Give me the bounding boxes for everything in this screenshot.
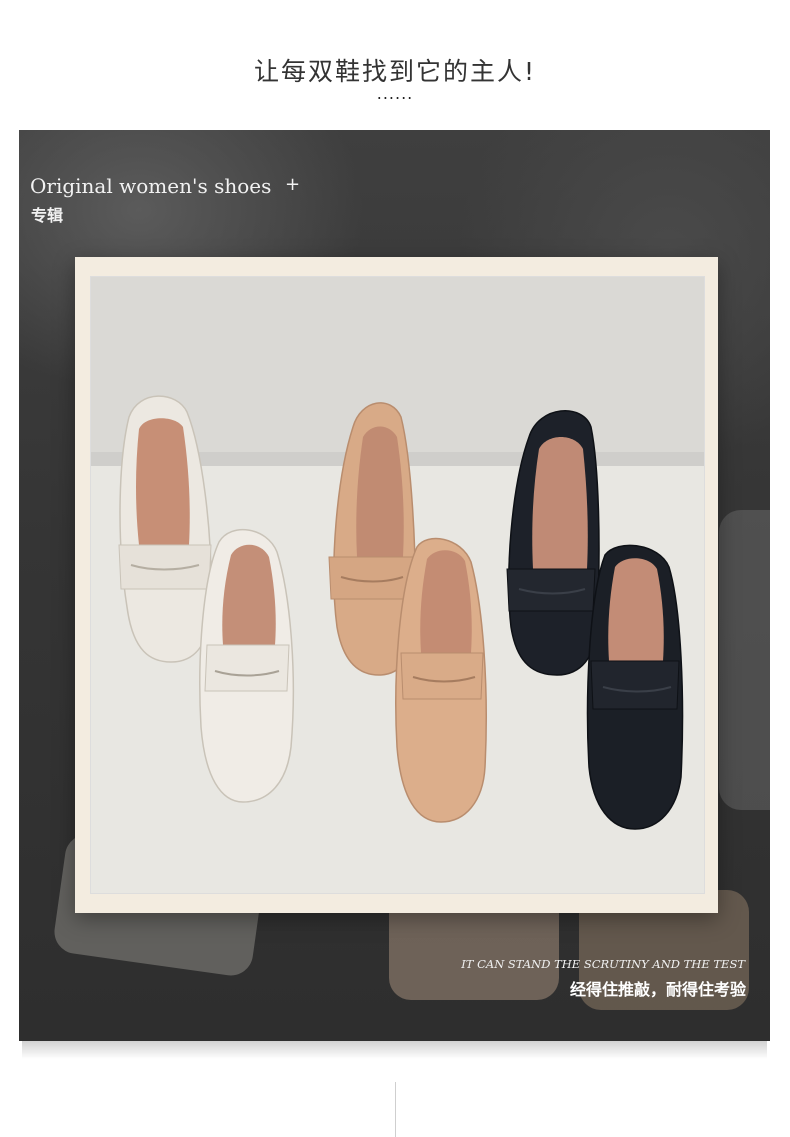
headline-dots: ...... <box>376 84 414 103</box>
hero-subtitle: 专辑 <box>31 206 64 225</box>
divider-line <box>395 1082 396 1137</box>
page-headline: 让每双鞋找到它的主人! <box>253 57 537 86</box>
product-photo <box>90 276 705 894</box>
banner-shadow <box>22 1041 767 1059</box>
hero-banner: Original women's shoes + 专辑 IT CAN STAND… <box>19 130 770 1041</box>
caption-english: IT CAN STAND THE SCRUTINY AND THE TEST <box>461 957 745 971</box>
photo-frame <box>75 257 718 913</box>
background-shoe-right <box>719 510 770 810</box>
plus-icon: + <box>285 174 301 195</box>
caption-chinese: 经得住推敲，耐得住考验 <box>569 980 746 999</box>
hero-title: Original women's shoes <box>30 174 272 198</box>
